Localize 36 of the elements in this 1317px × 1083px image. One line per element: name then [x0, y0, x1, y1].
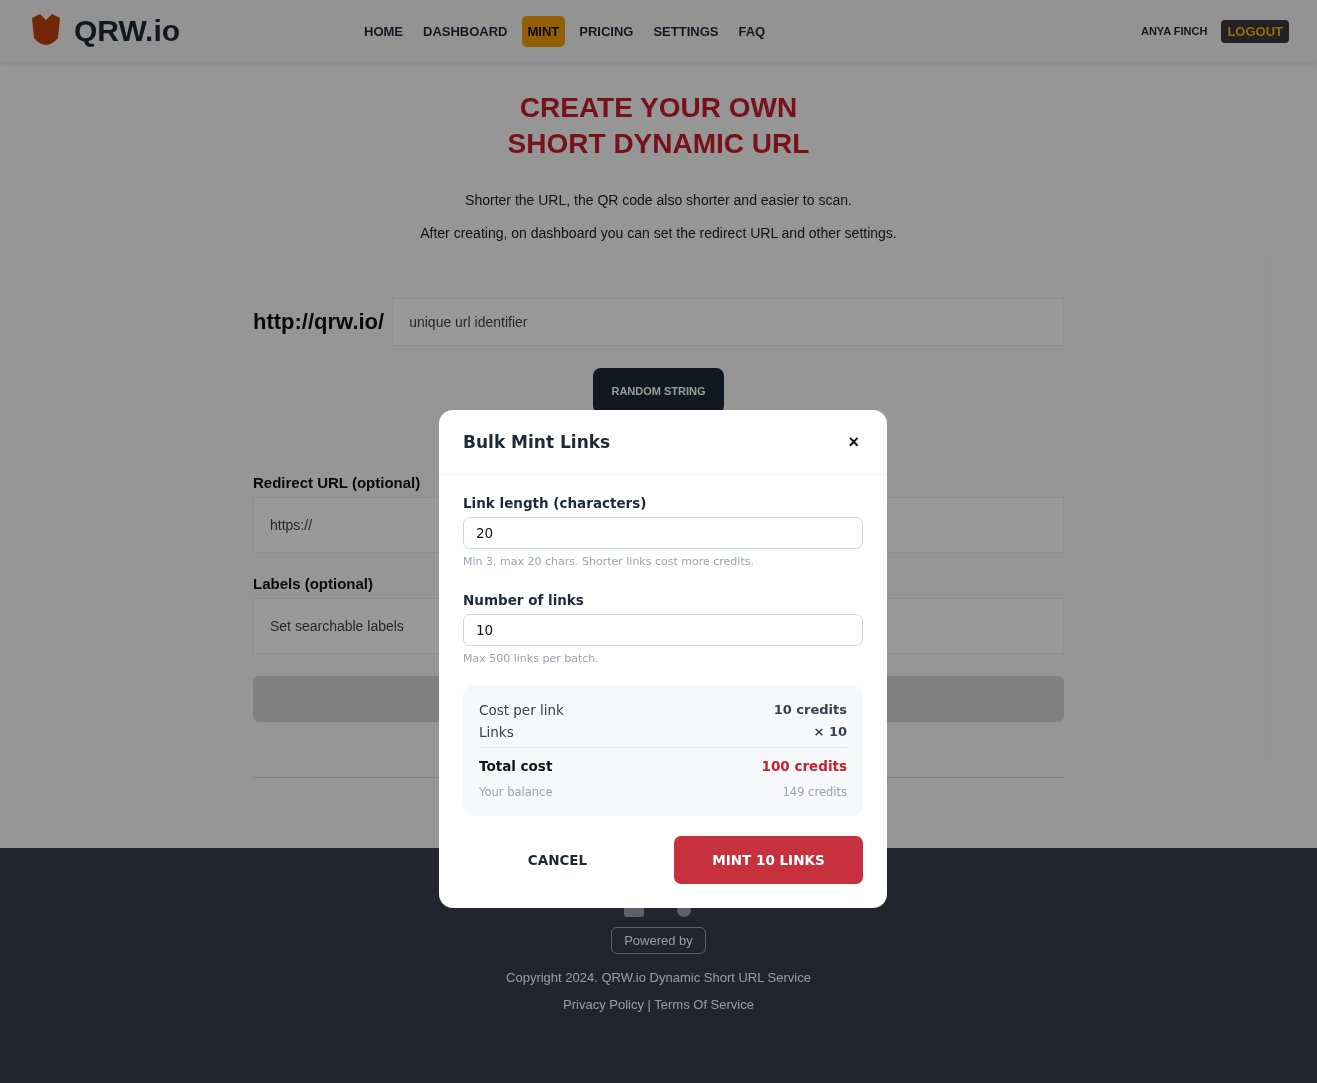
intro-text: After creating, on dashboard you can set the redirect URL and other settings. [420, 225, 897, 241]
legal-links[interactable]: Privacy Policy | Terms Of Service [563, 997, 754, 1012]
logout-link[interactable]: LOGOUT [1221, 19, 1289, 43]
field-label: Number of links [463, 592, 585, 608]
page-title: CREATE YOUR OWN SHORT DYNAMIC URL [507, 91, 810, 161]
close-button[interactable]: × [844, 431, 863, 453]
nav-link[interactable]: FAQ [732, 15, 772, 47]
field-hint: Max 500 links per batch. [463, 652, 600, 665]
summary-label: Your balance [479, 785, 553, 799]
field-hint: Min 3, max 20 chars. Shorter links cost more credits. [463, 555, 755, 568]
field-label: Redirect URL (optional) [253, 474, 422, 491]
user-name: ANYA FINCH [1140, 25, 1208, 37]
summary-value: 100 credits [761, 758, 847, 774]
summary-label: Links [479, 724, 514, 740]
dialog-title: Bulk Mint Links [463, 432, 611, 452]
copyright-text: Copyright 2024. QRW.io Dynamic Short URL Service [506, 970, 811, 985]
summary-value: 149 credits [782, 785, 847, 799]
summary-label: Cost per link [479, 702, 564, 718]
number-field[interactable]: 10 [463, 614, 863, 646]
url-prefix: http://qrw.io/ [253, 309, 385, 335]
intro-text: Shorter the URL, the QR code also shorter and easier to scan. [465, 192, 852, 208]
summary-value: × 10 [813, 724, 847, 740]
field-label: Link length (characters) [463, 495, 648, 511]
mint-button[interactable]: MINT 10 LINKS [674, 836, 863, 884]
nav-link[interactable]: PRICING [573, 15, 640, 47]
field-label: Labels (optional) [253, 575, 374, 592]
summary-value: 10 credits [773, 702, 847, 718]
nav-link[interactable]: MINT [521, 15, 566, 47]
nav-link[interactable]: SETTINGS [647, 15, 725, 47]
summary-label: Total cost [479, 758, 553, 774]
nav-link[interactable]: HOME [358, 15, 409, 47]
nav-link[interactable]: DASHBOARD [417, 15, 514, 47]
number-field[interactable]: 20 [463, 517, 863, 549]
identifier-field[interactable]: unique url identifier [392, 298, 1064, 346]
logo-text[interactable]: QRW.io [74, 14, 181, 48]
powered-by-badge[interactable]: Powered by [611, 927, 706, 954]
